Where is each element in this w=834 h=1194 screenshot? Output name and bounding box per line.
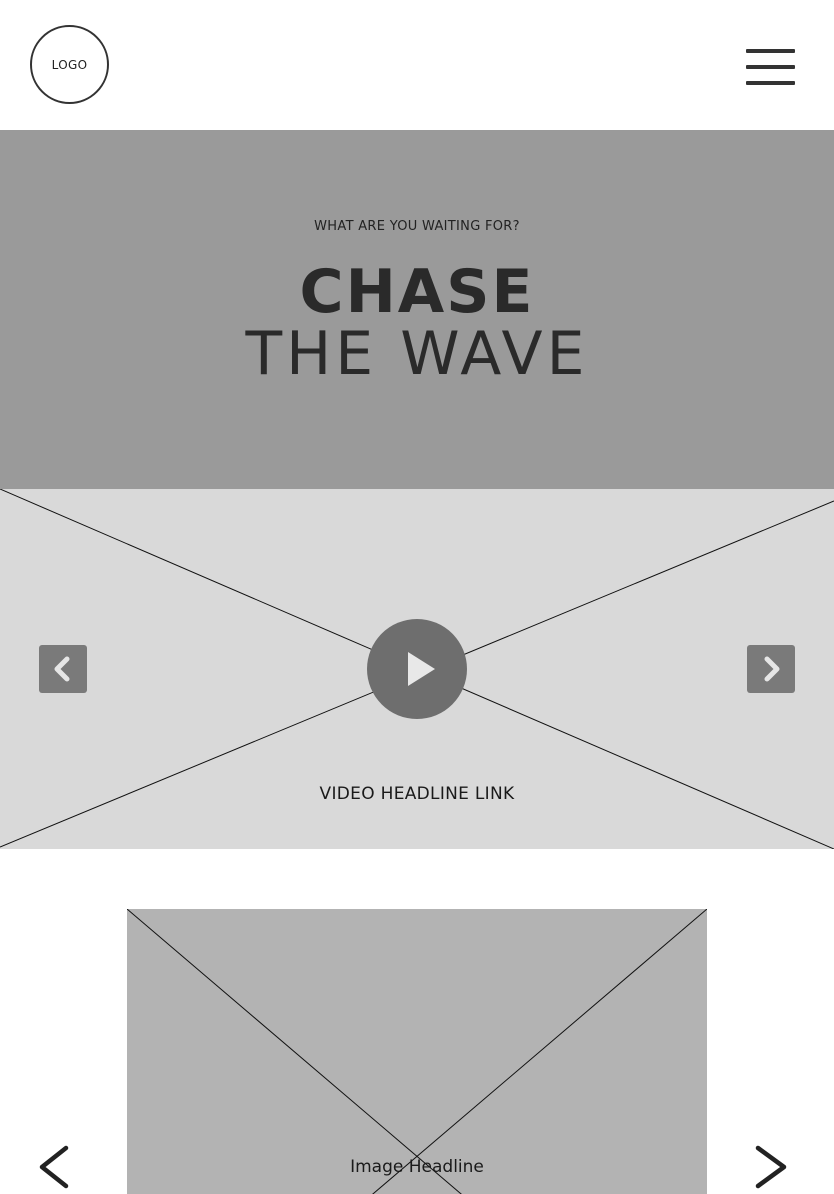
video-prev-button[interactable] [39,645,87,693]
page: LOGO WHAT ARE YOU WAITING FOR? CHASE THE… [0,0,834,1194]
site-header: LOGO [0,0,834,130]
chevron-right-icon [755,1145,787,1189]
carousel-prev-button[interactable] [36,1145,76,1191]
play-icon [408,652,435,686]
video-section: VIDEO HEADLINE LINK [0,489,834,849]
hamburger-menu-icon [746,49,795,53]
hero-title-line2: THE WAVE [245,319,589,389]
hero-title-line1: CHASE [299,257,535,327]
hamburger-menu-button[interactable] [746,49,795,85]
hero-kicker: WHAT ARE YOU WAITING FOR? [314,219,520,234]
logo-text: LOGO [51,57,88,72]
hamburger-bar [746,65,795,69]
chevron-left-icon [54,656,70,682]
image-carousel: Image Headline [0,849,834,1194]
video-headline-link[interactable]: VIDEO HEADLINE LINK [0,784,834,804]
carousel-image[interactable]: Image Headline [127,909,707,1194]
hamburger-bar [746,81,795,85]
image-headline: Image Headline [350,1157,484,1177]
hero-banner: WHAT ARE YOU WAITING FOR? CHASE THE WAVE [0,130,834,489]
chevron-right-icon [764,656,780,682]
logo[interactable]: LOGO [30,25,109,104]
carousel-next-button[interactable] [752,1145,792,1191]
chevron-left-icon [39,1145,69,1189]
video-next-button[interactable] [747,645,795,693]
video-play-button[interactable] [367,619,467,719]
image-placeholder-cross [127,909,707,1194]
